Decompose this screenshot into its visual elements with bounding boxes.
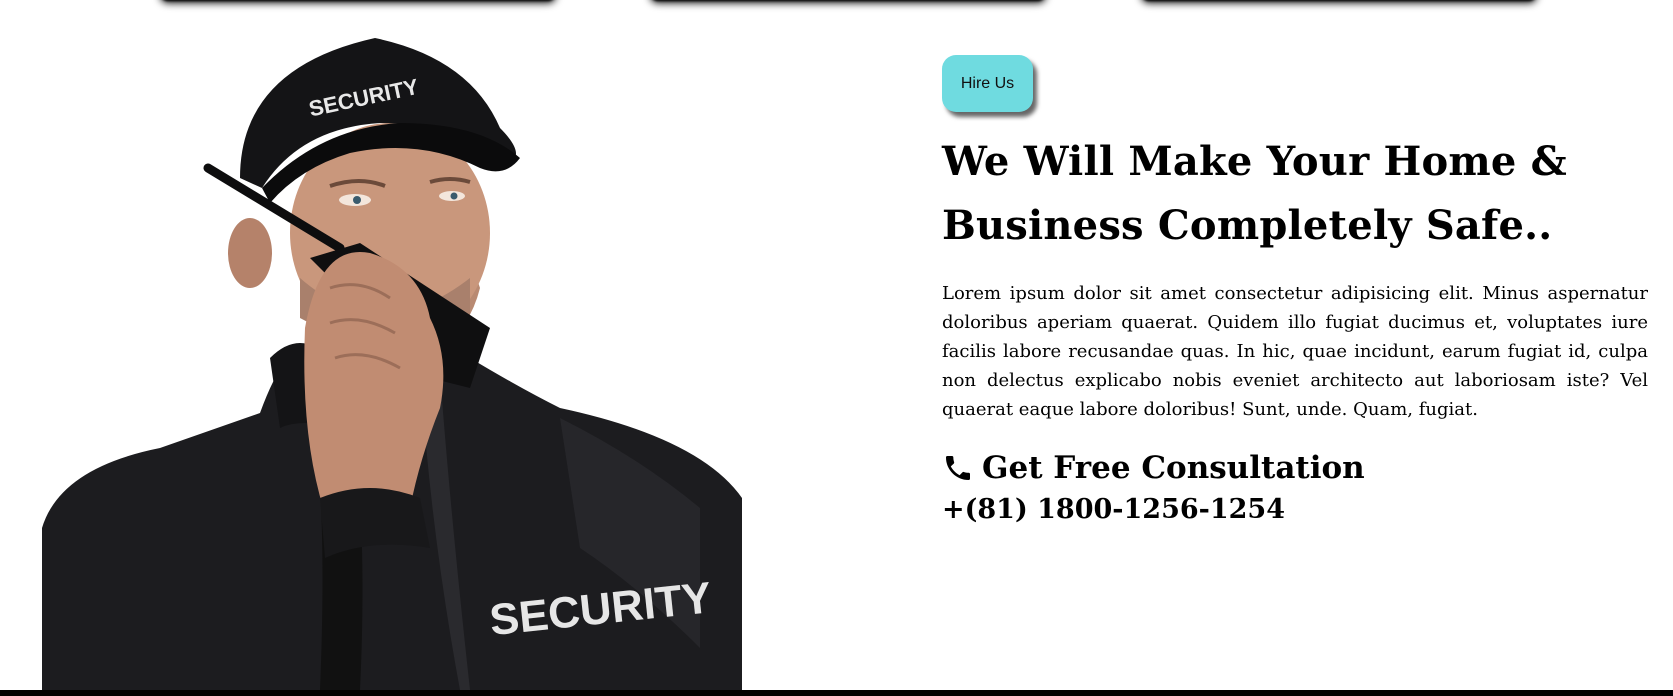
phone-icon bbox=[942, 452, 974, 484]
consultation-label: Get Free Consultation bbox=[982, 450, 1365, 486]
footer-bar bbox=[0, 690, 1673, 696]
intro-paragraph: Lorem ipsum dolor sit amet consectetur a… bbox=[942, 283, 1648, 420]
security-guard-image: SECURITY SECURITY bbox=[0, 28, 760, 690]
consultation-heading: Get Free Consultation bbox=[942, 446, 1365, 490]
phone-number[interactable]: +(81) 1800-1256-1254 bbox=[942, 494, 1285, 525]
hire-us-button[interactable]: Hire Us bbox=[942, 55, 1033, 112]
page-headline: We Will Make Your Home & Business Comple… bbox=[942, 138, 1567, 249]
